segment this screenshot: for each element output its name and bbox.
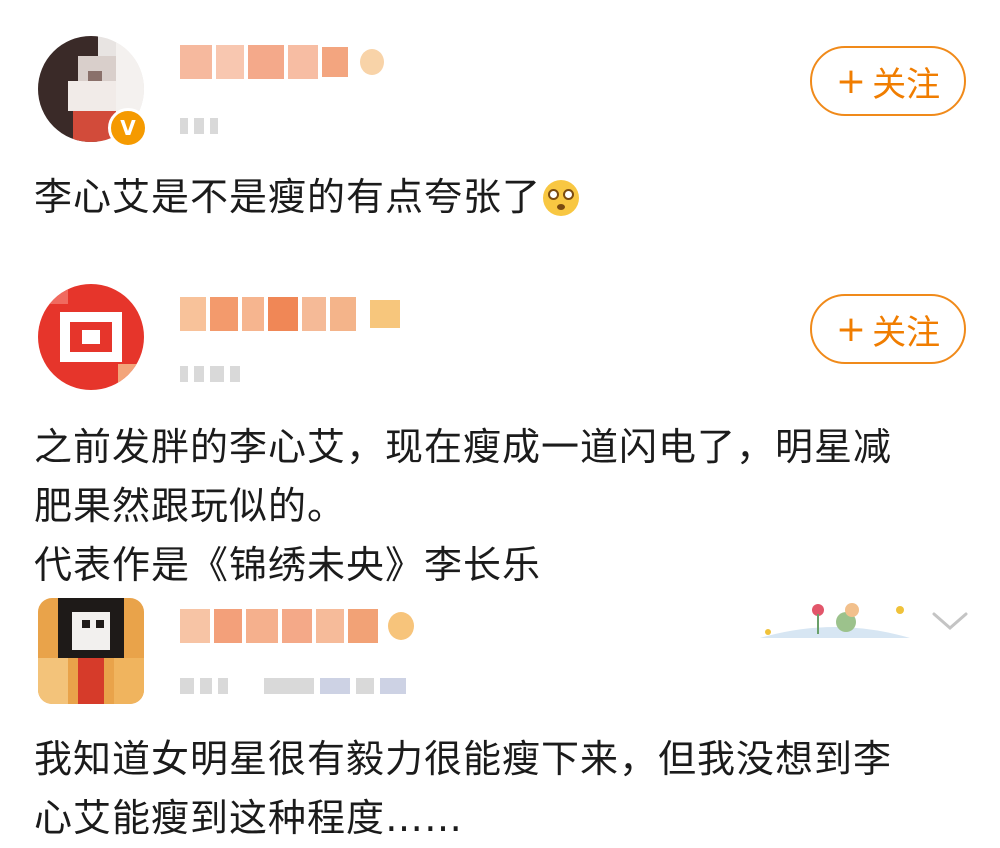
chevron-down-icon[interactable]: [930, 608, 970, 634]
avatar[interactable]: [38, 598, 144, 704]
follow-button[interactable]: + 关注: [810, 294, 966, 364]
comment-text: 我知道女明星很有毅力很能瘦下来，但我没想到李 心艾能瘦到这种程度……: [34, 737, 893, 840]
follow-label: 关注: [872, 64, 941, 105]
comment-text: 李心艾是不是瘦的有点夸张了: [34, 168, 964, 227]
dizzy-face-emoji-icon: [543, 180, 580, 216]
plus-icon: +: [835, 308, 867, 350]
comment-1: V + 关注 李心艾是不是瘦的有点夸张了: [0, 0, 1000, 260]
verified-badge-icon: V: [108, 108, 148, 148]
follow-label: 关注: [872, 312, 941, 353]
comment-text: 之前发胖的李心艾，现在瘦成一道闪电了，明星减 肥果然跟玩似的。 代表作是《锦绣未…: [34, 425, 893, 587]
plus-icon: +: [835, 60, 867, 102]
post-meta: [180, 116, 218, 136]
username[interactable]: [180, 294, 400, 334]
post-meta: [180, 676, 406, 696]
username[interactable]: [180, 42, 384, 82]
username[interactable]: [180, 606, 414, 646]
post-meta: [180, 364, 240, 384]
avatar[interactable]: [38, 284, 144, 390]
sticker-decoration: [760, 603, 910, 638]
avatar-image: [38, 284, 144, 390]
avatar-image: [38, 598, 144, 704]
follow-button[interactable]: + 关注: [810, 46, 966, 116]
